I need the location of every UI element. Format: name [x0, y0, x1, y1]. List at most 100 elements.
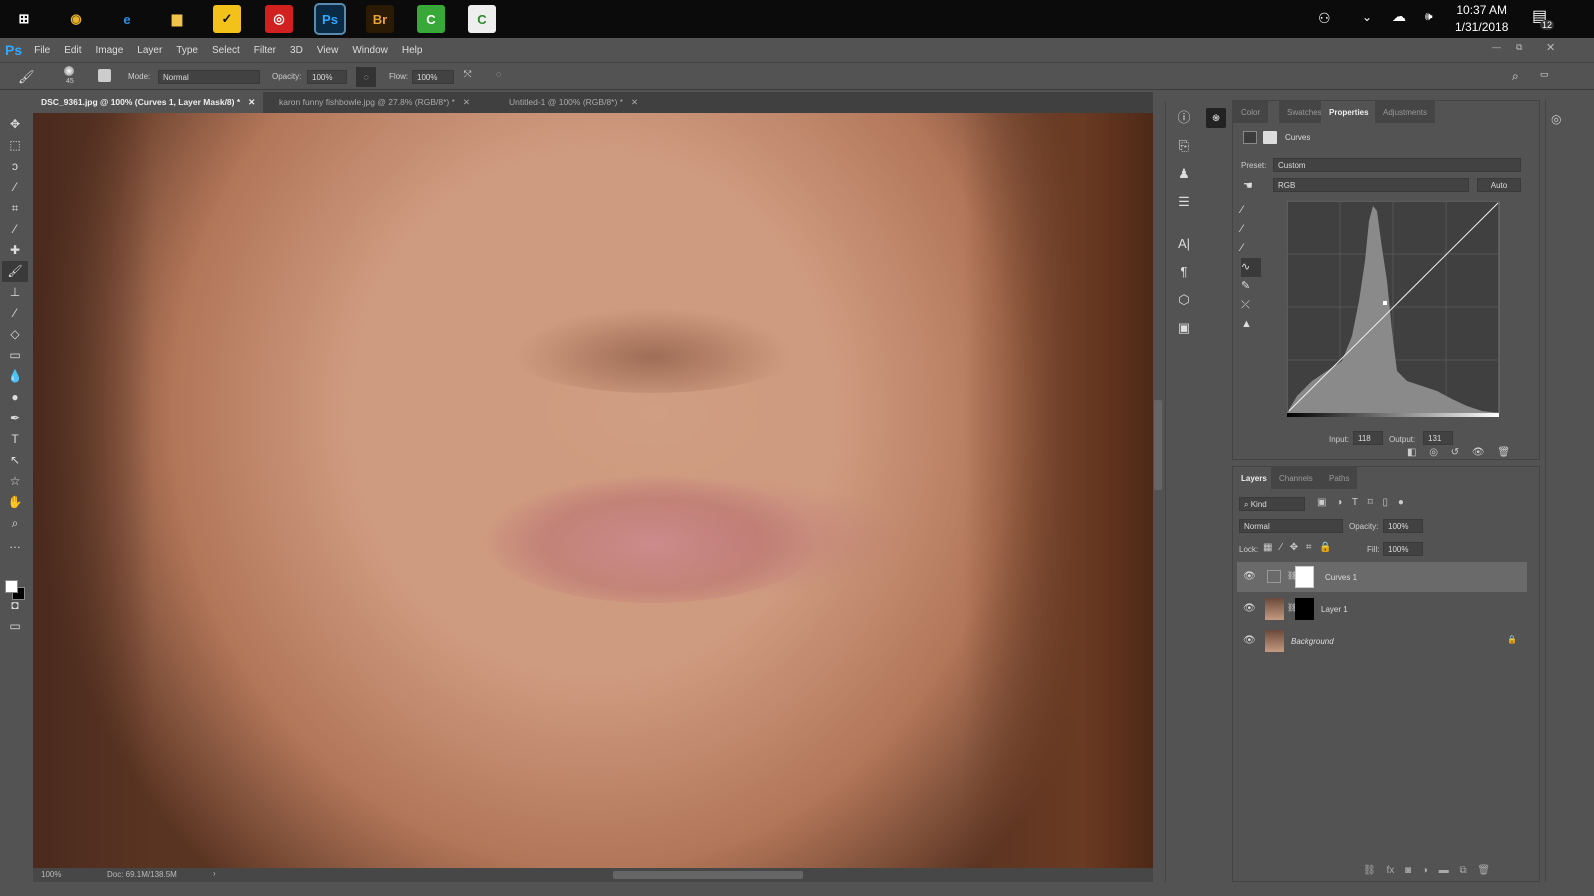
- people-icon[interactable]: ⚇: [1318, 10, 1331, 27]
- vertical-scrollbar[interactable]: [1154, 400, 1162, 490]
- menu-3d[interactable]: 3D: [290, 45, 303, 56]
- zoom-tool-icon[interactable]: ⌕: [2, 513, 28, 534]
- mode-select[interactable]: Normal: [158, 70, 260, 84]
- app-red-taskbar-icon[interactable]: ◎: [265, 5, 293, 33]
- black-point-eyedropper-icon[interactable]: ⁄: [1241, 201, 1261, 220]
- menu-file[interactable]: File: [34, 45, 50, 56]
- dodge-tool-icon[interactable]: ●: [2, 387, 28, 408]
- menu-type[interactable]: Type: [176, 45, 198, 56]
- visibility-icon[interactable]: 👁: [1472, 447, 1485, 458]
- pressure-opacity-icon[interactable]: ◌: [356, 67, 376, 87]
- photoshop-taskbar-icon[interactable]: Ps: [314, 3, 346, 35]
- search-icon[interactable]: ⌕: [1512, 69, 1519, 84]
- info-panel-icon[interactable]: ⓘ: [1166, 106, 1202, 130]
- pressure-size-icon[interactable]: ◌: [496, 69, 501, 79]
- eyedropper-tool-icon[interactable]: ⁄: [2, 219, 28, 240]
- mask-icon[interactable]: [1263, 131, 1277, 144]
- pencil-icon[interactable]: ✎: [1241, 277, 1261, 296]
- blend-mode-select[interactable]: Normal: [1239, 519, 1343, 533]
- layer-mask-thumb[interactable]: [1295, 598, 1314, 620]
- libraries-icon[interactable]: ֍: [1206, 108, 1226, 128]
- curve-point[interactable]: [1383, 301, 1387, 305]
- flow-field[interactable]: 100%: [412, 70, 454, 84]
- horizontal-scrollbar[interactable]: [613, 871, 803, 879]
- navigator-panel-icon[interactable]: ▣: [1166, 316, 1202, 340]
- start-taskbar-icon[interactable]: ⊞: [10, 5, 38, 33]
- close-tab-icon[interactable]: ✕: [463, 97, 470, 107]
- close-button[interactable]: ✕: [1546, 41, 1555, 54]
- visibility-eye-icon[interactable]: 👁: [1243, 635, 1256, 646]
- tab-adjustments[interactable]: Adjustments: [1375, 101, 1436, 123]
- filter-kind-select[interactable]: ⌕ Kind: [1239, 497, 1305, 511]
- quick-select-tool-icon[interactable]: ⁄: [2, 177, 28, 198]
- tab-properties[interactable]: Properties: [1321, 101, 1377, 123]
- link-layers-icon[interactable]: ⛓: [1363, 865, 1376, 876]
- camtasia-2-taskbar-icon[interactable]: C: [468, 5, 496, 33]
- layer-row-layer-1[interactable]: 👁 ⛓ Layer 1: [1237, 594, 1527, 624]
- type-tool-icon[interactable]: T: [2, 429, 28, 450]
- gray-point-eyedropper-icon[interactable]: ⁄: [1241, 220, 1261, 239]
- lock-transparent-icon[interactable]: ▦: [1263, 542, 1272, 553]
- smart-object-filter-icon[interactable]: ▯: [1383, 497, 1389, 508]
- clock[interactable]: 10:37 AM 1/31/2018: [1455, 2, 1508, 36]
- input-field[interactable]: 118: [1353, 431, 1383, 445]
- new-layer-icon[interactable]: ⧉: [1459, 865, 1466, 876]
- shape-filter-icon[interactable]: ⌑: [1368, 497, 1373, 508]
- add-mask-icon[interactable]: ◙: [1405, 865, 1411, 876]
- history-brush-tool-icon[interactable]: ⁄: [2, 303, 28, 324]
- marquee-tool-icon[interactable]: ⬚: [2, 135, 28, 156]
- visibility-eye-icon[interactable]: 👁: [1243, 571, 1256, 582]
- tab-paths[interactable]: Paths: [1321, 467, 1358, 489]
- 3d-panel-icon[interactable]: ⬡: [1166, 288, 1202, 312]
- menu-layer[interactable]: Layer: [137, 45, 162, 56]
- document-tab[interactable]: karon funny fishbowle.jpg @ 27.8% (RGB/8…: [271, 92, 478, 113]
- clip-to-layer-icon[interactable]: ◧: [1407, 447, 1416, 458]
- close-tab-icon[interactable]: ✕: [248, 97, 255, 107]
- paragraph-panel-icon[interactable]: ¶: [1166, 260, 1202, 284]
- layer-row-background[interactable]: 👁 Background 🔒: [1237, 626, 1527, 656]
- target-adjustment-icon[interactable]: ☚: [1243, 179, 1253, 192]
- move-tool-icon[interactable]: ✥: [2, 114, 28, 135]
- fill-field[interactable]: 100%: [1383, 542, 1423, 556]
- brush-preset-picker[interactable]: [64, 66, 74, 76]
- close-tab-icon[interactable]: ✕: [631, 97, 638, 107]
- restore-button[interactable]: ⧉: [1516, 42, 1522, 53]
- eraser-tool-icon[interactable]: ◇: [2, 324, 28, 345]
- workspace-icon[interactable]: ▭: [1540, 69, 1549, 80]
- pixel-filter-icon[interactable]: ▣: [1317, 497, 1326, 508]
- menu-view[interactable]: View: [317, 45, 339, 56]
- view-previous-icon[interactable]: ◎: [1429, 447, 1438, 458]
- brush-settings-icon[interactable]: [98, 69, 111, 82]
- smooth-icon[interactable]: ⤫: [1241, 296, 1261, 315]
- reset-icon[interactable]: ↺: [1451, 447, 1459, 458]
- blur-tool-icon[interactable]: 💧: [2, 366, 28, 387]
- lock-position-icon[interactable]: ✥: [1290, 542, 1298, 553]
- hand-tool-icon[interactable]: ✋: [2, 492, 28, 513]
- tab-channels[interactable]: Channels: [1271, 467, 1321, 489]
- edge-taskbar-icon[interactable]: e: [113, 5, 141, 33]
- path-select-tool-icon[interactable]: ↖: [2, 450, 28, 471]
- menu-image[interactable]: Image: [95, 45, 123, 56]
- menu-window[interactable]: Window: [352, 45, 388, 56]
- fx-icon[interactable]: fx: [1386, 865, 1394, 876]
- output-field[interactable]: 131: [1423, 431, 1453, 445]
- clone-stamp-tool-icon[interactable]: ⊥: [2, 282, 28, 303]
- healing-brush-tool-icon[interactable]: ✚: [2, 240, 28, 261]
- brush-settings-panel-icon[interactable]: ☰: [1166, 190, 1202, 214]
- white-point-eyedropper-icon[interactable]: ⁄: [1241, 239, 1261, 258]
- chevron-up-icon[interactable]: ⌄: [1362, 10, 1372, 24]
- layer-row-curves-1[interactable]: 👁 ⛓ Curves 1: [1237, 562, 1527, 592]
- character-panel-icon[interactable]: A|: [1166, 232, 1202, 256]
- layer-opacity-field[interactable]: 100%: [1383, 519, 1423, 533]
- brush-presets-panel-icon[interactable]: ♟: [1166, 162, 1202, 186]
- delete-layer-icon[interactable]: 🗑: [1477, 865, 1490, 876]
- minimize-button[interactable]: —: [1492, 42, 1501, 52]
- adjustment-filter-icon[interactable]: ◑: [1336, 497, 1342, 508]
- type-filter-icon[interactable]: T: [1352, 497, 1358, 508]
- lock-artboard-icon[interactable]: ⌗: [1306, 542, 1312, 553]
- zoom-level[interactable]: 100%: [41, 870, 61, 879]
- tab-layers[interactable]: Layers: [1233, 467, 1275, 489]
- delete-icon[interactable]: 🗑: [1497, 447, 1510, 458]
- lock-pixels-icon[interactable]: ⁄: [1280, 542, 1282, 553]
- history-panel-icon[interactable]: ⎘: [1166, 134, 1202, 158]
